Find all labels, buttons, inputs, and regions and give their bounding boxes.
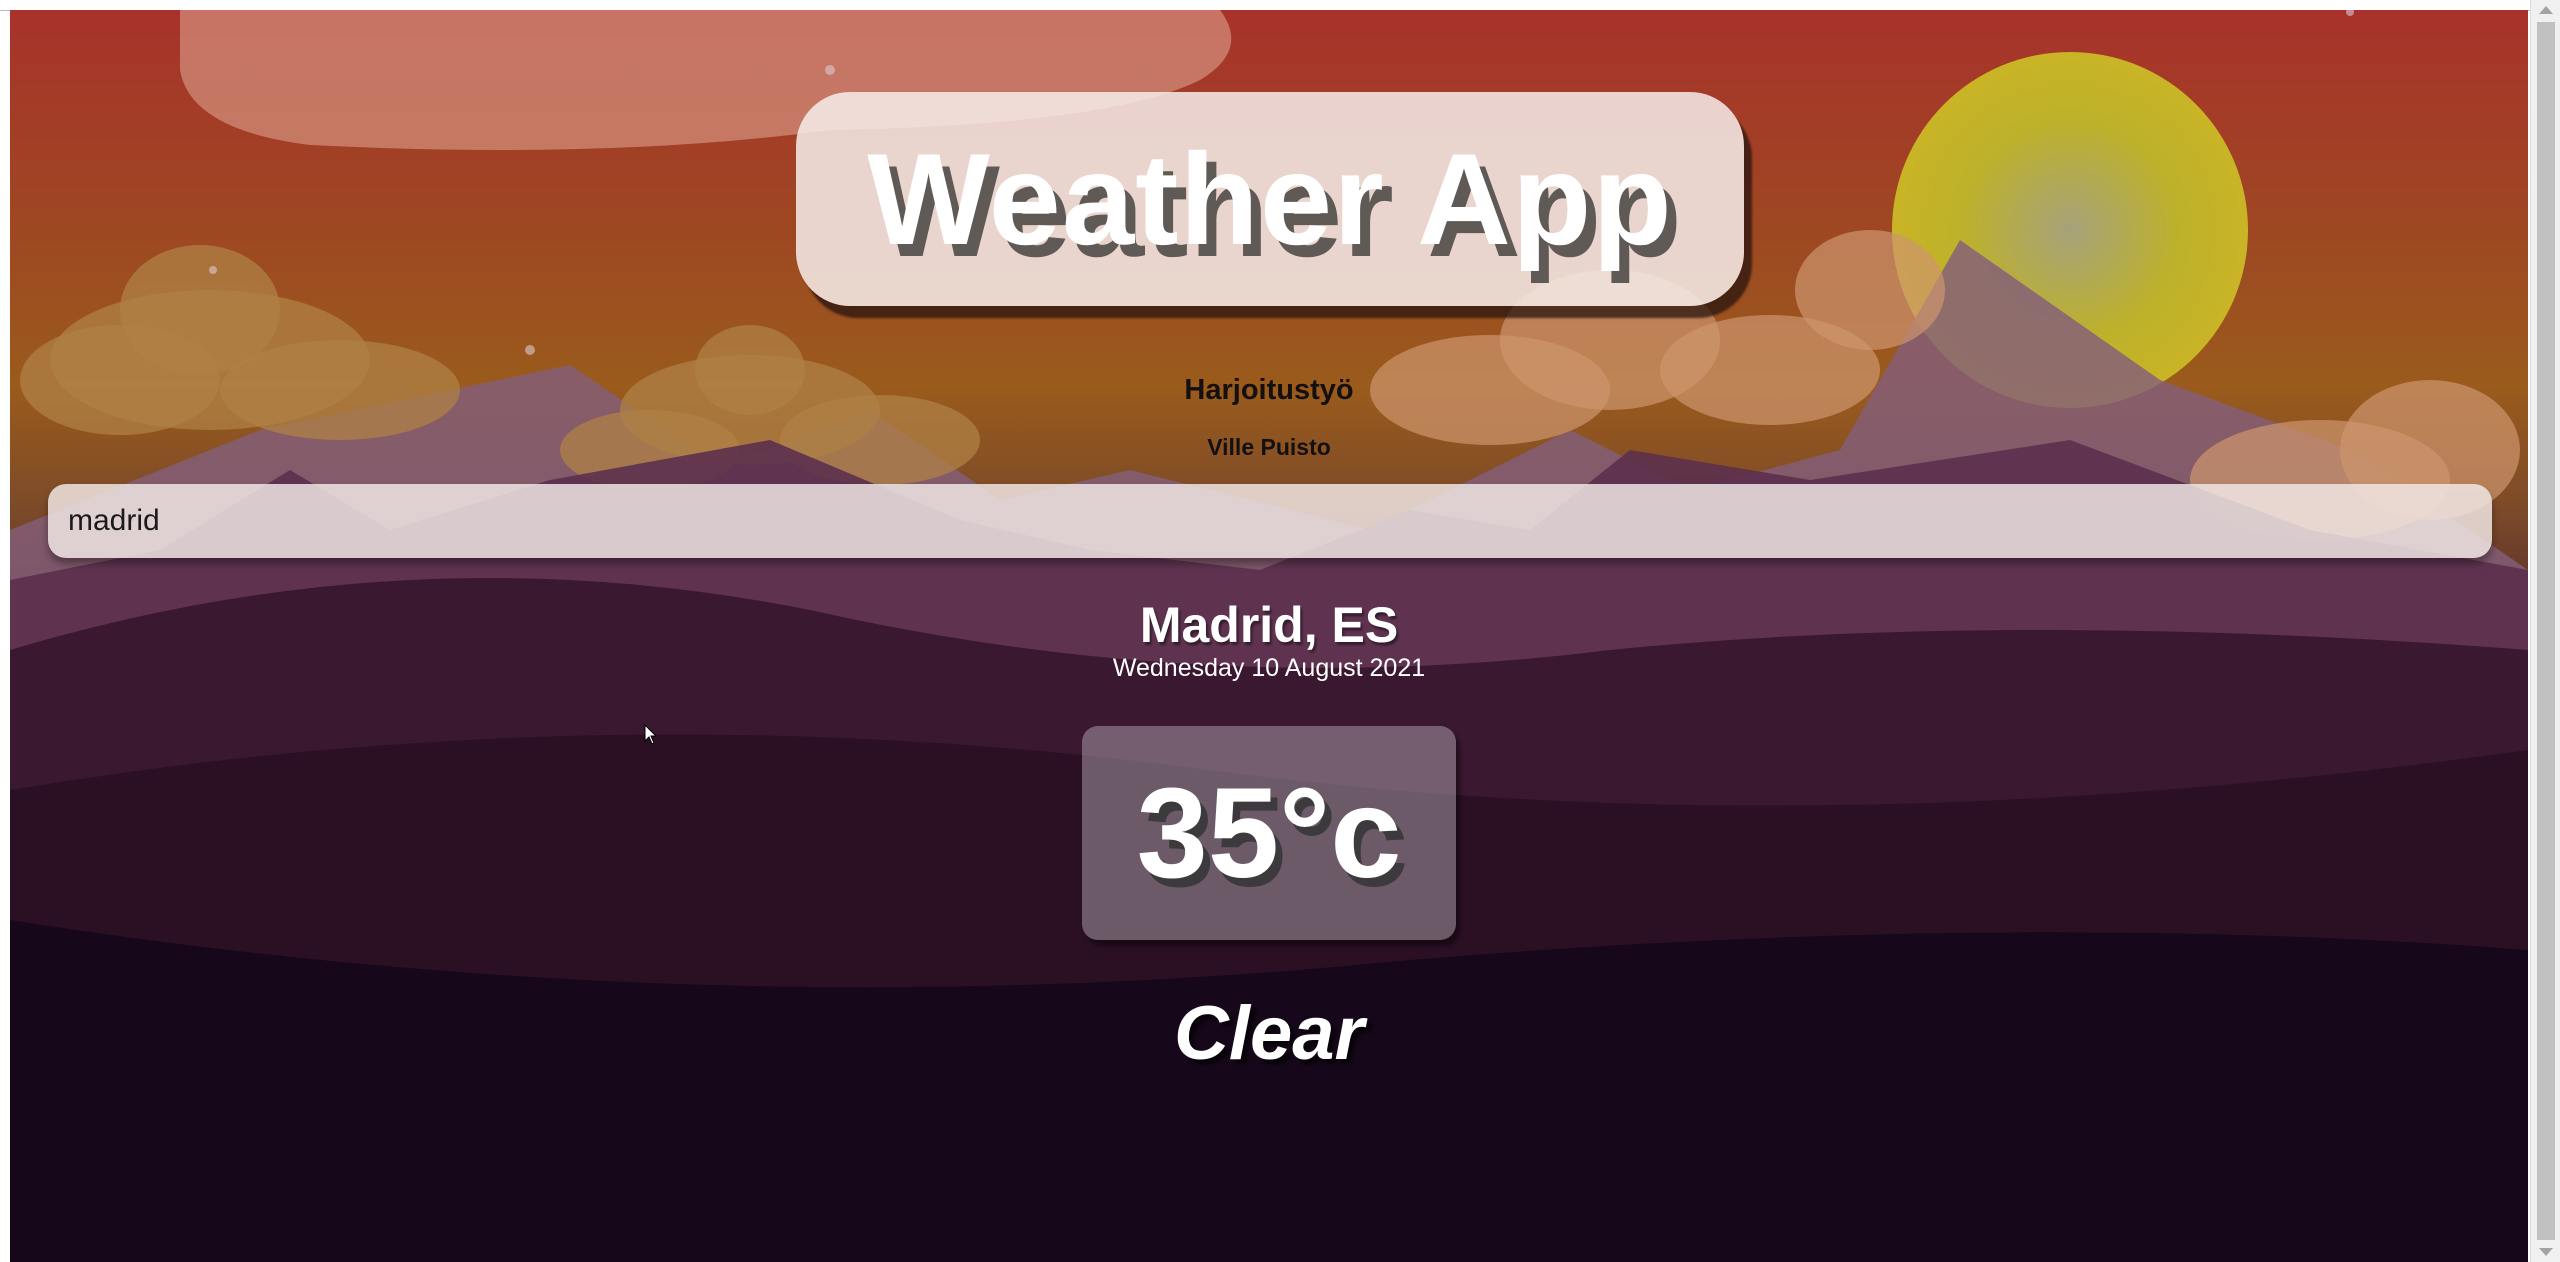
temperature-box: 35°c (1082, 726, 1456, 940)
author-name: Ville Puisto (1207, 434, 1331, 460)
weather-condition: Clear (1173, 991, 1365, 1076)
title-card: Weather App (796, 92, 1744, 306)
weather-app-viewport: Weather App Harjoitustyö Ville Puisto Ma… (10, 10, 2528, 1262)
subtitle: Harjoitustyö (1184, 374, 1354, 406)
scroll-up-icon[interactable] (2539, 6, 2553, 14)
app-title: Weather App (867, 126, 1673, 272)
scrollbar-thumb[interactable] (2537, 22, 2555, 1240)
location-label: Madrid, ES (1139, 597, 1399, 653)
vertical-scrollbar[interactable] (2530, 0, 2560, 1262)
scroll-down-icon[interactable] (2539, 1248, 2553, 1256)
temperature-value: 35°c (1136, 761, 1402, 905)
city-search-input[interactable] (48, 484, 2492, 558)
mouse-cursor-icon (644, 724, 658, 745)
date-label: Wednesday 10 August 2021 (1112, 654, 1426, 682)
